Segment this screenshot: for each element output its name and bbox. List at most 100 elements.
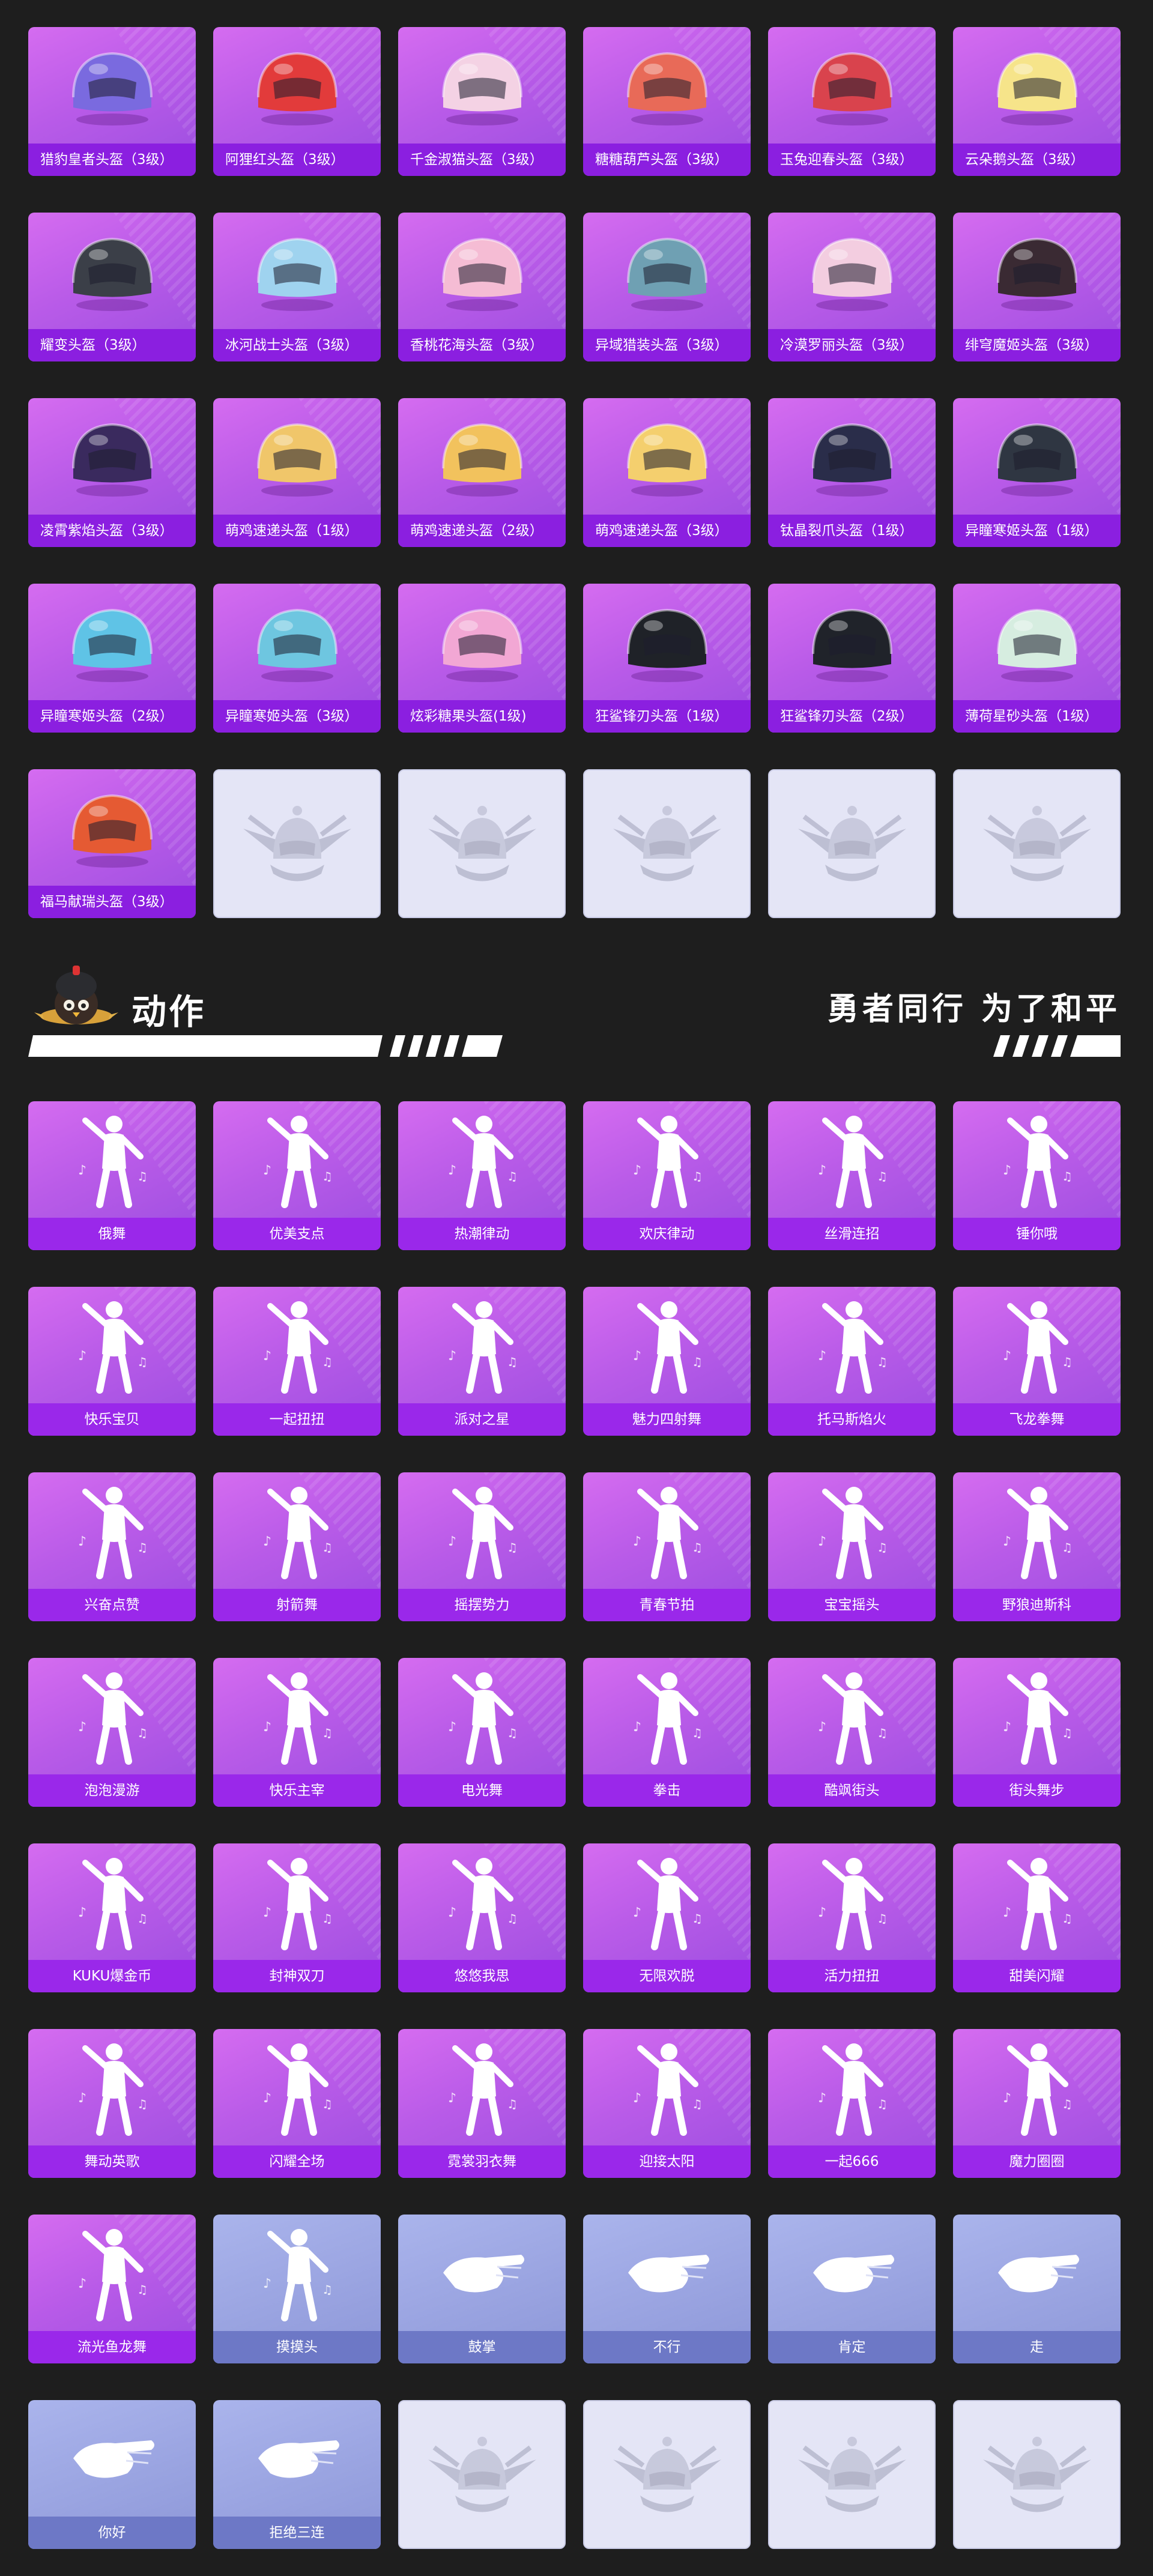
svg-text:♫: ♫ bbox=[692, 1169, 703, 1184]
action-label: 派对之星 bbox=[398, 1403, 566, 1436]
action-tile[interactable]: ♪ ♫ 魅力四射舞 bbox=[583, 1287, 751, 1436]
svg-text:♪: ♪ bbox=[263, 1720, 271, 1735]
action-tile[interactable]: ♪ ♫ 欢庆律动 bbox=[583, 1101, 751, 1250]
action-tile[interactable]: ♪ ♫ 无限欢脱 bbox=[583, 1843, 751, 1992]
helmet-label: 萌鸡速递头盔（1级） bbox=[213, 515, 381, 547]
svg-text:♫: ♫ bbox=[322, 1726, 333, 1740]
helmet-tile[interactable]: 玉兔迎春头盔（3级） bbox=[768, 27, 936, 176]
helmet-tile[interactable]: 冰河战士头盔（3级） bbox=[213, 213, 381, 361]
action-tile[interactable]: ♪ ♫ 兴奋点赞 bbox=[28, 1472, 196, 1621]
helmet-tile[interactable]: 香桃花海头盔（3级） bbox=[398, 213, 566, 361]
action-tile[interactable]: ♪ ♫ 闪耀全场 bbox=[213, 2029, 381, 2178]
helmet-tile[interactable]: 萌鸡速递头盔（3级） bbox=[583, 398, 751, 547]
action-tile[interactable]: ♪ ♫ 野狼迪斯科 bbox=[953, 1472, 1121, 1621]
action-tile[interactable]: ♪ ♫ 酷飒街头 bbox=[768, 1658, 936, 1807]
dancer-icon: ♪ ♫ bbox=[398, 2029, 566, 2145]
helmet-tile[interactable]: 异瞳寒姬头盔（3级） bbox=[213, 584, 381, 733]
actions-section-header: 动作 勇者同行 为了和平 bbox=[28, 957, 1121, 1059]
action-tile[interactable]: ♪ ♫ 热潮律动 bbox=[398, 1101, 566, 1250]
dancer-icon: ♪ ♫ bbox=[213, 1472, 381, 1589]
shake-head-icon bbox=[583, 2215, 751, 2331]
helmet-tile[interactable]: 糖糖葫芦头盔（3级） bbox=[583, 27, 751, 176]
action-tile[interactable]: ♪ ♫ 俄舞 bbox=[28, 1101, 196, 1250]
svg-text:♪: ♪ bbox=[818, 1163, 826, 1178]
action-label: 快乐主宰 bbox=[213, 1774, 381, 1807]
helmet-label: 炫彩糖果头盔(1级) bbox=[398, 700, 566, 733]
helmet-tile[interactable]: 萌鸡速递头盔（1级） bbox=[213, 398, 381, 547]
action-tile[interactable]: ♪ ♫ 迎接太阳 bbox=[583, 2029, 751, 2178]
action-tile[interactable]: ♪ ♫ 封神双刀 bbox=[213, 1843, 381, 1992]
helmet-tile[interactable]: 钛晶裂爪头盔（1级） bbox=[768, 398, 936, 547]
action-tile[interactable]: ♪ ♫ 锤你哦 bbox=[953, 1101, 1121, 1250]
action-tile[interactable]: ♪ ♫ KUKU爆金币 bbox=[28, 1843, 196, 1992]
action-tile[interactable]: 拒绝三连 bbox=[213, 2400, 381, 2549]
action-label: 肯定 bbox=[768, 2331, 936, 2363]
title-stripe-decoration bbox=[28, 1035, 503, 1057]
helmet-tile[interactable]: 异瞳寒姬头盔（2级） bbox=[28, 584, 196, 733]
action-tile[interactable]: ♪ ♫ 街头舞步 bbox=[953, 1658, 1121, 1807]
action-tile[interactable]: ♪ ♫ 甜美闪耀 bbox=[953, 1843, 1121, 1992]
action-tile[interactable]: ♪ ♫ 摇摆势力 bbox=[398, 1472, 566, 1621]
action-tile[interactable]: ♪ ♫ 派对之星 bbox=[398, 1287, 566, 1436]
action-tile[interactable]: ♪ ♫ 拳击 bbox=[583, 1658, 751, 1807]
action-tile[interactable]: 你好 bbox=[28, 2400, 196, 2549]
dancer-icon: ♪ ♫ bbox=[953, 1843, 1121, 1960]
helmet-tile[interactable]: 狂鲨锋刃头盔（2级） bbox=[768, 584, 936, 733]
action-tile[interactable]: ♪ ♫ 一起666 bbox=[768, 2029, 936, 2178]
action-tile[interactable]: ♪ ♫ 活力扭扭 bbox=[768, 1843, 936, 1992]
helmet-placeholder-tile bbox=[398, 769, 566, 918]
action-tile[interactable]: ♪ ♫ 快乐宝贝 bbox=[28, 1287, 196, 1436]
action-label: 走 bbox=[953, 2331, 1121, 2363]
action-label: KUKU爆金币 bbox=[28, 1960, 196, 1992]
helmet-tile[interactable]: 耀变头盔（3级） bbox=[28, 213, 196, 361]
action-tile[interactable]: ♪ ♫ 电光舞 bbox=[398, 1658, 566, 1807]
action-tile[interactable]: ♪ ♫ 泡泡漫游 bbox=[28, 1658, 196, 1807]
helmet-tile[interactable]: 异瞳寒姬头盔（1级） bbox=[953, 398, 1121, 547]
action-tile[interactable]: ♪ ♫ 丝滑连招 bbox=[768, 1101, 936, 1250]
action-tile[interactable]: ♪ ♫ 射箭舞 bbox=[213, 1472, 381, 1621]
action-tile[interactable]: 鼓掌 bbox=[398, 2215, 566, 2363]
action-tile[interactable]: ♪ ♫ 霓裳羽衣舞 bbox=[398, 2029, 566, 2178]
dancer-icon: ♪ ♫ bbox=[583, 2029, 751, 2145]
helmet-tile[interactable]: 异域猎装头盔（3级） bbox=[583, 213, 751, 361]
helmet-tile[interactable]: 阿狸红头盔（3级） bbox=[213, 27, 381, 176]
helmet-icon bbox=[28, 769, 196, 886]
action-tile[interactable]: ♪ ♫ 一起扭扭 bbox=[213, 1287, 381, 1436]
action-tile[interactable]: 肯定 bbox=[768, 2215, 936, 2363]
helmet-tile[interactable]: 千金淑猫头盔（3级） bbox=[398, 27, 566, 176]
svg-text:♫: ♫ bbox=[877, 1726, 888, 1740]
helmet-tile[interactable]: 炫彩糖果头盔(1级) bbox=[398, 584, 566, 733]
action-tile[interactable]: ♪ ♫ 悠悠我思 bbox=[398, 1843, 566, 1992]
action-tile[interactable]: ♪ ♫ 托马斯焰火 bbox=[768, 1287, 936, 1436]
helmet-placeholder-tile bbox=[583, 769, 751, 918]
dancer-icon: ♪ ♫ bbox=[768, 2029, 936, 2145]
action-tile[interactable]: ♪ ♫ 摸摸头 bbox=[213, 2215, 381, 2363]
dancer-icon: ♪ ♫ bbox=[583, 1287, 751, 1403]
action-tile[interactable]: ♪ ♫ 流光鱼龙舞 bbox=[28, 2215, 196, 2363]
helmet-tile[interactable]: 绯穹魔姬头盔（3级） bbox=[953, 213, 1121, 361]
svg-text:♪: ♪ bbox=[1003, 1349, 1011, 1364]
helmet-tile[interactable]: 狂鲨锋刃头盔（1级） bbox=[583, 584, 751, 733]
action-tile[interactable]: ♪ ♫ 青春节拍 bbox=[583, 1472, 751, 1621]
action-label: 一起666 bbox=[768, 2145, 936, 2178]
svg-text:♫: ♫ bbox=[322, 1540, 333, 1555]
helmet-tile[interactable]: 凌霄紫焰头盔（3级） bbox=[28, 398, 196, 547]
helmet-tile[interactable]: 冷漠罗丽头盔（3级） bbox=[768, 213, 936, 361]
action-tile[interactable]: ♪ ♫ 优美支点 bbox=[213, 1101, 381, 1250]
action-tile[interactable]: ♪ ♫ 魔力圈圈 bbox=[953, 2029, 1121, 2178]
helmet-icon bbox=[583, 584, 751, 700]
helmet-tile[interactable]: 薄荷星砂头盔（1级） bbox=[953, 584, 1121, 733]
svg-text:♪: ♪ bbox=[78, 1720, 86, 1735]
helmet-tile[interactable]: 萌鸡速递头盔（2级） bbox=[398, 398, 566, 547]
helmet-tile[interactable]: 猎豹皇者头盔（3级） bbox=[28, 27, 196, 176]
action-tile[interactable]: ♪ ♫ 飞龙拳舞 bbox=[953, 1287, 1121, 1436]
helmet-tile[interactable]: 福马献瑞头盔（3级） bbox=[28, 769, 196, 918]
svg-text:♫: ♫ bbox=[137, 1911, 148, 1926]
action-tile[interactable]: 走 bbox=[953, 2215, 1121, 2363]
helmet-tile[interactable]: 云朵鹅头盔（3级） bbox=[953, 27, 1121, 176]
action-tile[interactable]: ♪ ♫ 快乐主宰 bbox=[213, 1658, 381, 1807]
svg-text:♪: ♪ bbox=[1003, 1534, 1011, 1549]
action-tile[interactable]: 不行 bbox=[583, 2215, 751, 2363]
action-tile[interactable]: ♪ ♫ 宝宝摇头 bbox=[768, 1472, 936, 1621]
action-tile[interactable]: ♪ ♫ 舞动英歌 bbox=[28, 2029, 196, 2178]
